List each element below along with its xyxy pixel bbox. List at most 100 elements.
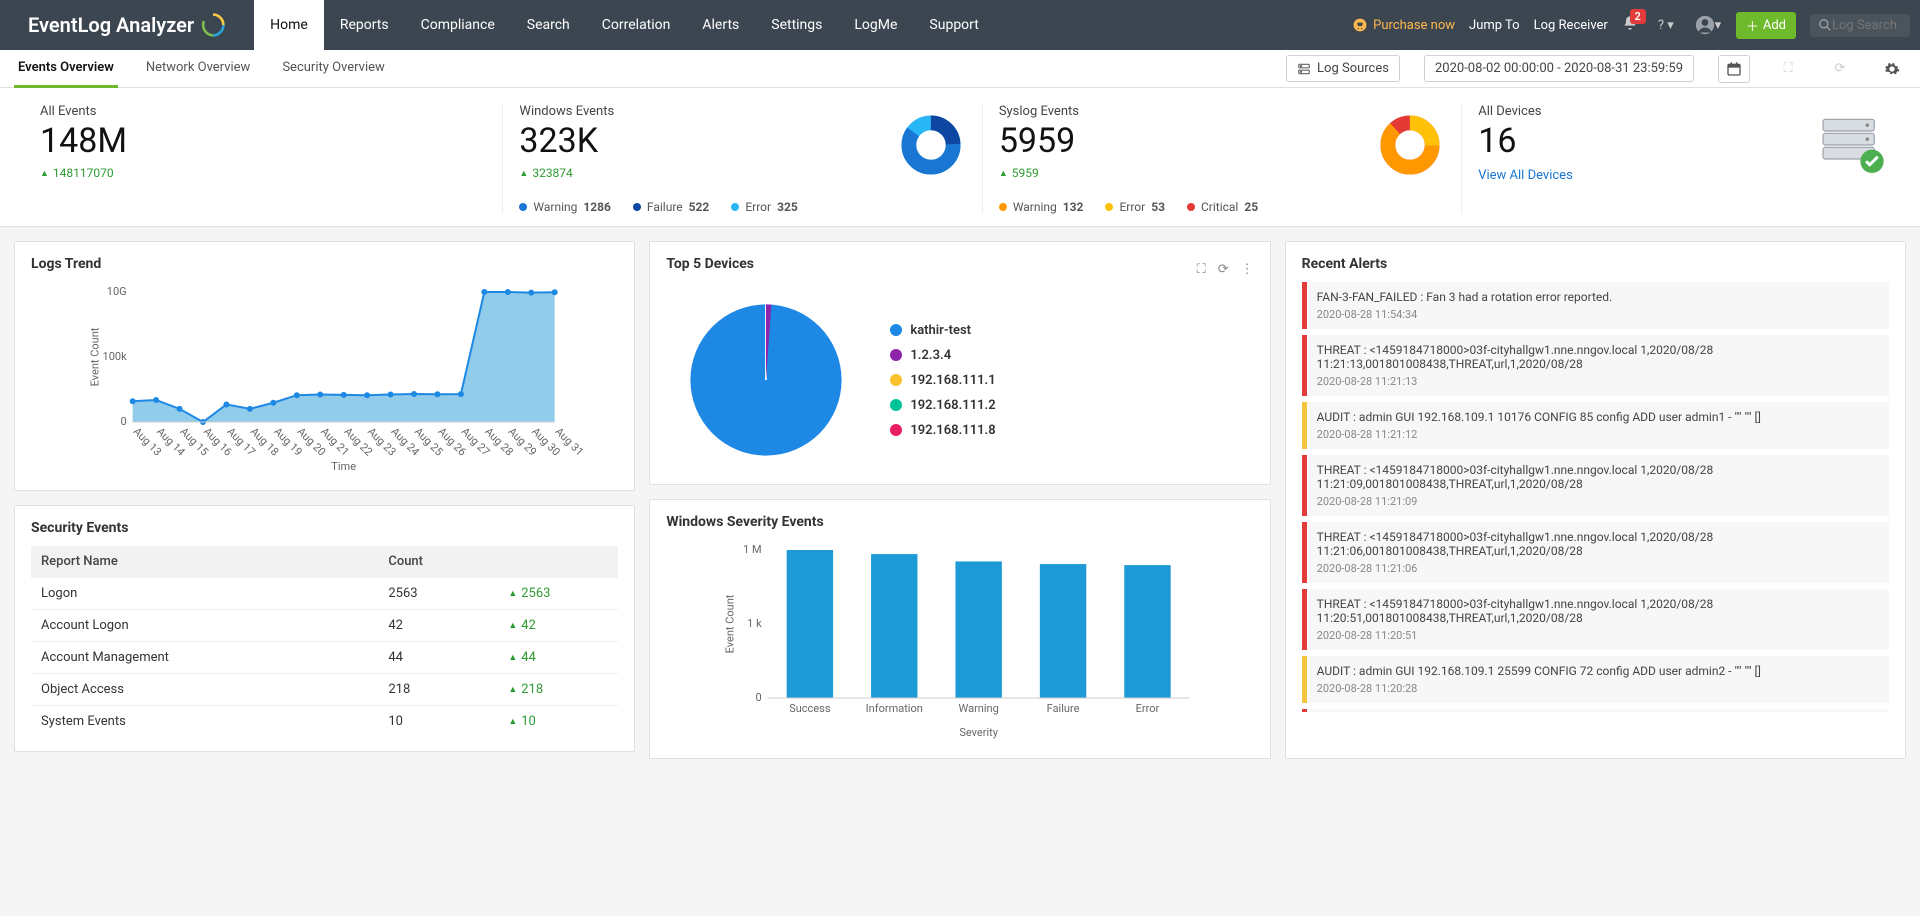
alert-item[interactable]: THREAT : <1459184718000>03f-cityhallgw1.… xyxy=(1302,709,1889,712)
top5-title: Top 5 Devices xyxy=(666,256,754,272)
svg-text:1 k: 1 k xyxy=(747,617,762,630)
logs-trend-title: Logs Trend xyxy=(31,256,618,272)
top5-devices-card: Top 5 Devices ⛶ ⟳ ⋮ kathir-test1.2.3.419… xyxy=(649,241,1270,485)
view-all-devices-link[interactable]: View All Devices xyxy=(1478,168,1573,183)
summary-syslog-events: Syslog Events 5959 5959 Warning 132Error… xyxy=(982,104,1461,214)
legend-warning: Warning 1286 xyxy=(519,200,611,214)
alert-item[interactable]: THREAT : <1459184718000>03f-cityhallgw1.… xyxy=(1302,589,1889,650)
notification-badge: 2 xyxy=(1630,9,1646,24)
log-search[interactable] xyxy=(1810,14,1910,37)
svg-text:Success: Success xyxy=(790,702,832,715)
subtab-network-overview[interactable]: Network Overview xyxy=(142,50,255,88)
table-row[interactable]: System Events1010 xyxy=(31,706,618,738)
summary-row: All Events 148M 148117070 Windows Events… xyxy=(0,88,1920,227)
subtab-security-overview[interactable]: Security Overview xyxy=(278,50,388,88)
refresh-icon[interactable]: ⟳ xyxy=(1826,55,1854,83)
svg-text:Time: Time xyxy=(331,460,356,472)
windows-severity-chart: Success Information Warning Failure Error 0 1 … xyxy=(666,540,1253,740)
date-range-input[interactable]: 2020-08-02 00:00:00 - 2020-08-31 23:59:5… xyxy=(1424,55,1694,82)
alert-item[interactable]: THREAT : <1459184718000>03f-cityhallgw1.… xyxy=(1302,455,1889,516)
main-nav: HomeReportsComplianceSearchCorrelationAl… xyxy=(254,0,995,50)
dashboard-grid: Logs Trend Event CountTimeAug 13Aug 14Au… xyxy=(0,227,1920,773)
notification-bell[interactable]: 2 xyxy=(1622,15,1638,35)
pie-legend-item: 1.2.3.4 xyxy=(890,348,995,363)
svg-text:Event Count: Event Count xyxy=(724,595,737,654)
syslog-donut-chart xyxy=(1379,114,1441,176)
alert-item[interactable]: THREAT : <1459184718000>03f-cityhallgw1.… xyxy=(1302,522,1889,583)
table-row[interactable]: Logon25632563 xyxy=(31,578,618,610)
alert-item[interactable]: FAN-3-FAN_FAILED : Fan 3 had a rotation … xyxy=(1302,282,1889,329)
legend-failure: Failure 522 xyxy=(633,200,709,214)
nav-correlation[interactable]: Correlation xyxy=(586,0,687,50)
all-events-label: All Events xyxy=(40,104,486,119)
all-events-delta: 148117070 xyxy=(40,166,486,180)
brand-text: EventLog Analyzer xyxy=(28,13,194,37)
svg-text:0: 0 xyxy=(120,415,126,428)
log-sources-button[interactable]: Log Sources xyxy=(1286,55,1400,82)
pie-legend-item: 192.168.111.1 xyxy=(890,373,995,388)
calendar-button[interactable] xyxy=(1718,55,1750,83)
svg-text:100k: 100k xyxy=(103,350,128,363)
svg-text:Error: Error xyxy=(1136,702,1160,715)
legend-warning: Warning 132 xyxy=(999,200,1084,214)
legend-critical: Critical 25 xyxy=(1187,200,1258,214)
security-events-title: Security Events xyxy=(31,520,618,536)
svg-text:Warning: Warning xyxy=(959,702,999,715)
nav-logme[interactable]: LogMe xyxy=(838,0,913,50)
purchase-label: Purchase now xyxy=(1373,18,1455,33)
nav-compliance[interactable]: Compliance xyxy=(405,0,511,50)
col-count: Count xyxy=(378,546,498,578)
summary-windows-events: Windows Events 323K 323874 Warning 1286F… xyxy=(502,104,981,214)
help-icon[interactable]: ? ▾ xyxy=(1652,11,1680,39)
windows-donut-chart xyxy=(900,114,962,176)
logo-icon xyxy=(200,12,226,38)
nav-reports[interactable]: Reports xyxy=(324,0,405,50)
svg-text:Information: Information xyxy=(866,702,923,715)
purchase-link[interactable]: Purchase now xyxy=(1353,18,1455,33)
svg-text:Event Count: Event Count xyxy=(89,328,102,387)
svg-text:0: 0 xyxy=(756,691,762,704)
card-refresh-icon[interactable]: ⟳ xyxy=(1218,262,1229,277)
add-button[interactable]: ＋ Add xyxy=(1736,12,1796,39)
card-fullscreen-icon[interactable]: ⛶ xyxy=(1197,262,1206,277)
svg-text:Failure: Failure xyxy=(1047,702,1080,715)
recent-alerts-title: Recent Alerts xyxy=(1302,256,1889,272)
table-row[interactable]: Account Logon4242 xyxy=(31,610,618,642)
nav-support[interactable]: Support xyxy=(913,0,994,50)
windows-severity-card: Windows Severity Events Success Informati… xyxy=(649,499,1270,759)
nav-alerts[interactable]: Alerts xyxy=(686,0,755,50)
all-events-value: 148M xyxy=(40,123,486,160)
gear-icon xyxy=(1884,61,1900,77)
svg-text:1 M: 1 M xyxy=(743,543,762,556)
cart-icon xyxy=(1353,18,1367,32)
windows-severity-title: Windows Severity Events xyxy=(666,514,1253,530)
log-receiver-link[interactable]: Log Receiver xyxy=(1534,18,1608,33)
legend-error: Error 53 xyxy=(1105,200,1165,214)
search-icon xyxy=(1818,18,1832,32)
user-icon[interactable]: ▾ xyxy=(1694,11,1722,39)
recent-alerts-card: Recent Alerts FAN-3-FAN_FAILED : Fan 3 h… xyxy=(1285,241,1906,759)
summary-all-devices: All Devices 16 View All Devices xyxy=(1461,104,1896,214)
card-more-icon[interactable]: ⋮ xyxy=(1241,262,1254,277)
nav-home[interactable]: Home xyxy=(254,0,324,50)
nav-search[interactable]: Search xyxy=(511,0,586,50)
table-row[interactable]: Account Management4444 xyxy=(31,642,618,674)
col-report-name: Report Name xyxy=(31,546,378,578)
security-events-table: Report Name Count Logon25632563Account L… xyxy=(31,546,618,737)
svg-text:Severity: Severity xyxy=(960,726,999,739)
settings-icon[interactable] xyxy=(1878,55,1906,83)
subtabs: Events Overview Network Overview Security … xyxy=(0,50,1920,88)
alert-item[interactable]: AUDIT : admin GUI 192.168.109.1 10176 CO… xyxy=(1302,402,1889,449)
alert-item[interactable]: THREAT : <1459184718000>03f-cityhallgw1.… xyxy=(1302,335,1889,396)
top5-pie-chart xyxy=(666,290,866,470)
log-search-input[interactable] xyxy=(1832,18,1902,33)
nav-settings[interactable]: Settings xyxy=(755,0,838,50)
fullscreen-icon[interactable]: ⛶ xyxy=(1774,55,1802,83)
logs-trend-card: Logs Trend Event CountTimeAug 13Aug 14Au… xyxy=(14,241,635,491)
table-row[interactable]: Object Access218218 xyxy=(31,674,618,706)
alert-item[interactable]: AUDIT : admin GUI 192.168.109.1 25599 CO… xyxy=(1302,656,1889,703)
pie-legend-item: 192.168.111.2 xyxy=(890,398,995,413)
jump-to-link[interactable]: Jump To xyxy=(1469,18,1520,33)
subtab-events-overview[interactable]: Events Overview xyxy=(14,50,118,88)
security-events-card: Security Events Report Name Count Logon2… xyxy=(14,505,635,752)
